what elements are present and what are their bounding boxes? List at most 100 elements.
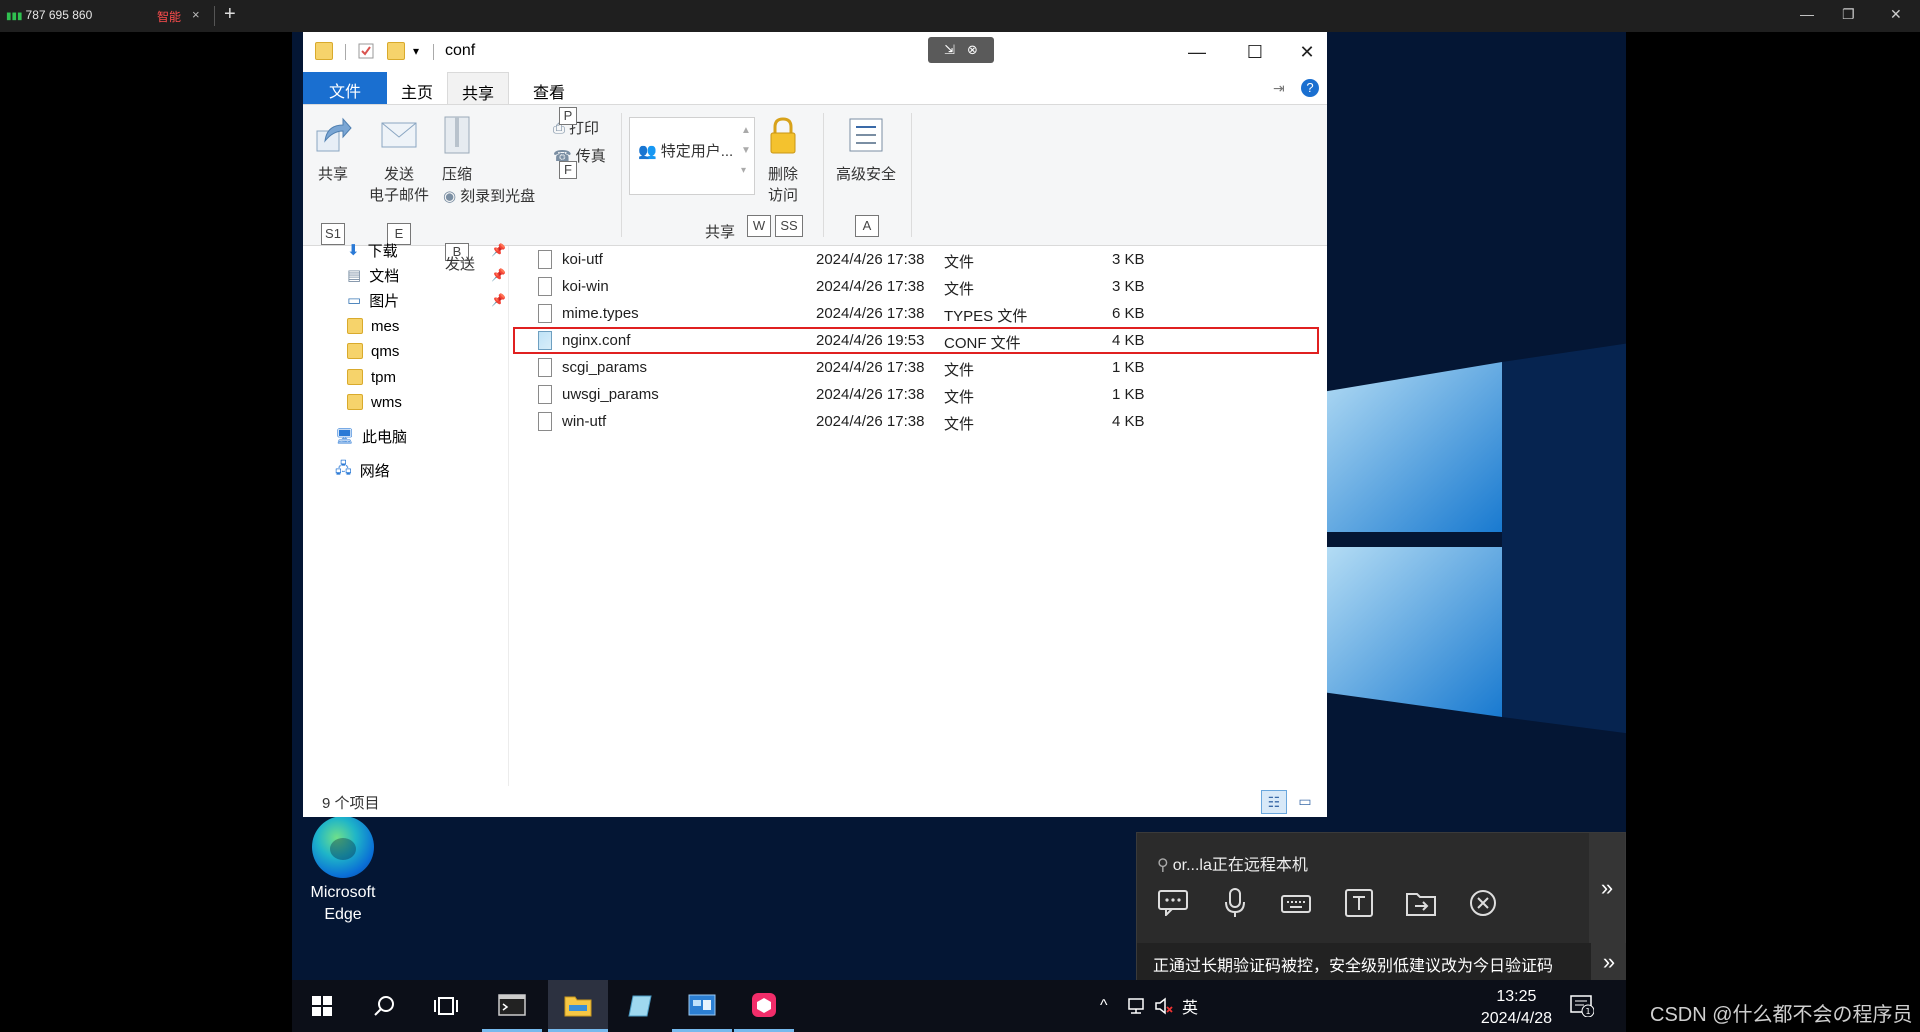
group-separator — [911, 113, 912, 237]
nav-item-wms[interactable]: wms — [347, 390, 402, 414]
file-date: 2024/4/26 17:38 — [816, 386, 925, 403]
pin-icon[interactable]: ⇲ — [944, 42, 955, 58]
nav-item-this-pc[interactable]: 🖥 此电脑 — [335, 424, 407, 448]
folder-icon — [347, 394, 363, 410]
microphone-icon[interactable] — [1217, 885, 1253, 921]
help-icon[interactable]: ? — [1301, 79, 1319, 97]
table-row[interactable]: koi-win 2024/4/26 17:38 文件 3 KB — [510, 273, 1327, 300]
nav-item-network[interactable]: 🖧 网络 — [335, 458, 390, 482]
pin-ribbon-icon[interactable]: ⇥ — [1273, 80, 1285, 97]
nav-item-tpm[interactable]: tpm — [347, 365, 396, 389]
advanced-security-button[interactable]: 高级安全 — [831, 115, 901, 184]
details-view-icon[interactable]: ☷ — [1261, 790, 1287, 814]
taskbar: ^ 英 13:25 2024/4/28 1 — [292, 980, 1626, 1032]
new-tab-button[interactable]: + — [224, 3, 236, 26]
keytip: SS — [775, 215, 803, 237]
tab-share[interactable]: 共享 — [447, 72, 510, 104]
file-explorer-taskbar-icon[interactable] — [548, 980, 608, 1032]
notification-center-icon[interactable]: 1 — [1570, 980, 1594, 1032]
file-size: 1 KB — [1112, 386, 1145, 403]
tab-file[interactable]: 文件 — [303, 72, 387, 104]
task-view-icon[interactable] — [416, 980, 476, 1032]
config-file-icon — [538, 331, 552, 350]
notice-expand-icon[interactable]: » — [1591, 943, 1626, 981]
network-icon: 🖧 — [335, 459, 352, 477]
remove-access-button[interactable]: 删除 访问 — [763, 115, 803, 205]
restore-icon[interactable]: ❐ — [1842, 6, 1855, 23]
show-hidden-icons[interactable]: ^ — [1100, 980, 1108, 1032]
zip-button[interactable]: 压缩 — [437, 115, 477, 184]
minimize-button[interactable]: — — [1171, 36, 1223, 68]
file-type: 文件 — [944, 362, 975, 379]
tab-home[interactable]: 主页 — [387, 72, 447, 104]
close-tab-button[interactable]: × — [192, 7, 200, 22]
file-type: 文件 — [944, 254, 975, 271]
terminal-taskbar-icon[interactable] — [482, 980, 542, 1032]
expand-panel-icon[interactable]: » — [1589, 833, 1625, 943]
table-row[interactable]: scgi_params 2024/4/26 17:38 文件 1 KB — [510, 354, 1327, 381]
chat-icon[interactable] — [1155, 885, 1191, 921]
nav-item-downloads[interactable]: ⬇ 下载 📌 — [347, 238, 506, 262]
minimize-icon[interactable]: — — [1800, 6, 1814, 22]
folder-icon — [347, 343, 363, 359]
control-panel-taskbar-icon[interactable] — [672, 980, 732, 1032]
keytip: S1 — [321, 223, 345, 245]
volume-muted-icon[interactable] — [1154, 980, 1174, 1032]
pin-icon: 📌 — [491, 268, 506, 282]
nav-item-qms[interactable]: qms — [347, 339, 399, 363]
start-button[interactable] — [292, 980, 352, 1032]
file-date: 2024/4/26 17:38 — [816, 305, 925, 322]
close-circle-icon[interactable]: ⊗ — [967, 42, 978, 58]
nav-item-mes[interactable]: mes — [347, 314, 399, 338]
remote-pill[interactable]: ⇲ ⊗ — [928, 37, 994, 63]
disconnect-icon[interactable] — [1465, 885, 1501, 921]
keyboard-icon[interactable] — [1279, 885, 1315, 921]
maximize-button[interactable]: ☐ — [1229, 36, 1281, 68]
notepad-taskbar-icon[interactable] — [610, 980, 670, 1032]
nav-item-pictures[interactable]: ▭ 图片 📌 — [347, 288, 506, 312]
folder-icon — [347, 318, 363, 334]
remote-tools — [1155, 885, 1501, 921]
file-size: 4 KB — [1112, 332, 1145, 349]
email-button[interactable]: 发送 电子邮件 — [365, 115, 433, 205]
file-transfer-icon[interactable] — [1403, 885, 1439, 921]
clock-time: 13:25 — [1496, 988, 1537, 1005]
tab-view[interactable]: 查看 — [519, 72, 579, 104]
windows-start-icon — [312, 996, 332, 1016]
list-scroll-icon[interactable]: ▲ ▼ ▾ — [741, 121, 751, 181]
keytip: A — [855, 215, 879, 237]
keytip: W — [747, 215, 771, 237]
table-row[interactable]: win-utf 2024/4/26 17:38 文件 4 KB — [510, 408, 1327, 435]
properties-icon[interactable] — [357, 42, 375, 60]
share-button[interactable]: 共享 — [313, 115, 353, 184]
group-separator — [823, 113, 824, 237]
search-icon[interactable] — [354, 980, 414, 1032]
table-row-highlighted[interactable]: nginx.conf 2024/4/26 19:53 CONF 文件 4 KB — [510, 327, 1327, 354]
svg-text:1: 1 — [1585, 1007, 1590, 1016]
network-icon[interactable] — [1126, 980, 1146, 1032]
table-row[interactable]: mime.types 2024/4/26 17:38 TYPES 文件 6 KB — [510, 300, 1327, 327]
ribbon-share: 共享 S1 发送 电子邮件 E 压缩 B 发送 ⎙ 打印 P ☎ 传真 F ◉ 刻录到… — [303, 104, 1327, 273]
computer-icon: 🖥 — [335, 428, 355, 445]
customize-quick-access-icon[interactable]: ▾ — [413, 44, 431, 62]
remote-app-taskbar-icon[interactable] — [734, 980, 794, 1032]
pin-icon: 📌 — [491, 243, 506, 257]
taskbar-clock[interactable]: 13:25 2024/4/28 — [1481, 986, 1552, 1030]
burn-button[interactable]: ◉ 刻录到光盘 — [443, 185, 535, 206]
large-icons-view-icon[interactable]: ▭ — [1293, 790, 1317, 814]
text-icon[interactable] — [1341, 885, 1377, 921]
nav-item-documents[interactable]: ▤ 文档 📌 — [347, 263, 506, 287]
status-bar: 9 个项目 ☷ ▭ — [303, 786, 1327, 817]
ime-indicator[interactable]: 英 — [1182, 980, 1198, 1032]
users-icon: 👥 — [638, 143, 657, 160]
close-icon[interactable]: ✕ — [1890, 6, 1902, 23]
desktop-icon-edge[interactable]: Microsoft Edge — [304, 816, 382, 926]
table-row[interactable]: uwsgi_params 2024/4/26 17:38 文件 1 KB — [510, 381, 1327, 408]
file-size: 4 KB — [1112, 413, 1145, 430]
new-folder-icon[interactable] — [387, 42, 405, 60]
close-button[interactable]: ✕ — [1287, 36, 1327, 68]
folder-icon — [315, 42, 333, 60]
table-row[interactable]: koi-utf 2024/4/26 17:38 文件 3 KB — [510, 246, 1327, 273]
share-with-list[interactable]: 👥 特定用户... — [629, 117, 755, 195]
file-icon — [538, 385, 552, 404]
